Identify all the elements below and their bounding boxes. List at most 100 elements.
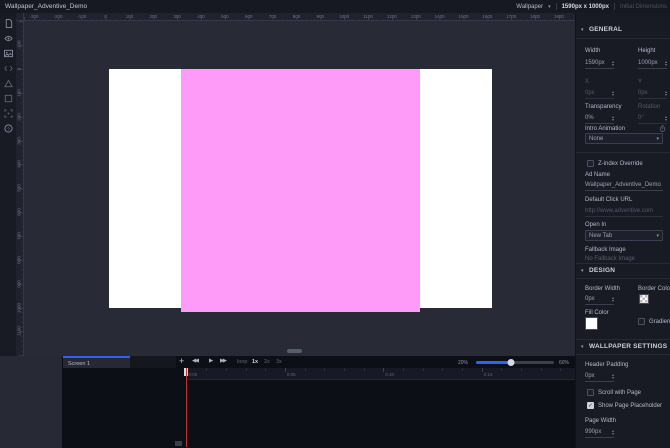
play-button[interactable]: ▶ <box>209 358 213 364</box>
divider <box>576 354 670 355</box>
code-icon[interactable] <box>3 63 13 73</box>
ruler-v-label: 700 <box>17 232 22 240</box>
ruler-h-label: 1200 <box>387 14 397 19</box>
border-color-swatch[interactable] <box>639 294 649 304</box>
section-header-design[interactable]: DESIGN <box>589 267 615 274</box>
pages-icon[interactable] <box>3 18 13 28</box>
ruler-h-label: 1300 <box>411 14 421 19</box>
image-icon[interactable] <box>3 48 13 58</box>
open-in-label: Open In <box>585 222 606 228</box>
width-field[interactable]: 1590px ▴▾ <box>585 57 614 69</box>
timeline-ruler[interactable]: 0:000:050:100:15 <box>186 368 575 380</box>
header-padding-field[interactable]: 0px ▴▾ <box>585 370 614 382</box>
stepper-icon[interactable]: ▴▾ <box>612 296 614 302</box>
speed-1x-button[interactable]: 1x <box>252 359 258 365</box>
ruler-h-label: 1900 <box>554 14 564 19</box>
chevron-down-icon[interactable]: ▾ <box>548 4 551 10</box>
ruler-h-label: 1000 <box>339 14 349 19</box>
timeline-tick <box>226 368 227 371</box>
ad-type-dropdown[interactable]: Wallpaper <box>516 4 543 10</box>
app-window: Wallpaper_Adventive_Demo Wallpaper ▾ 159… <box>0 0 670 448</box>
divider <box>576 278 670 279</box>
ad-name-value[interactable]: Wallpaper_Adventive_Demo <box>585 182 661 188</box>
speed-2x-button[interactable]: 2x <box>264 359 270 365</box>
show-page-placeholder-checkbox[interactable]: ✓ <box>587 402 594 409</box>
ruler-h-label: 700 <box>269 14 277 19</box>
section-header-general[interactable]: GENERAL <box>589 26 622 33</box>
design-canvas[interactable] <box>24 21 575 356</box>
collapse-icon[interactable]: ▾ <box>581 344 584 350</box>
rewind-button[interactable]: ◀◀ <box>192 358 197 364</box>
section-header-wallpaper-settings[interactable]: WALLPAPER SETTINGS <box>589 343 667 350</box>
ruler-v-label: 100 <box>17 89 22 97</box>
stepper-icon[interactable]: ▴▾ <box>612 115 614 121</box>
gradient-checkbox[interactable] <box>638 318 645 325</box>
timeline-time-label: 0:00 <box>189 372 198 377</box>
ruler-h-label: -100 <box>77 14 86 19</box>
transparency-field[interactable]: 0% ▴▾ <box>585 112 614 124</box>
canvas-horizontal-scrollbar[interactable] <box>287 349 302 353</box>
fast-forward-button[interactable]: ▶▶ <box>220 358 225 364</box>
x-field: 0px ▴▾ <box>585 87 614 99</box>
target-icon[interactable] <box>3 108 13 118</box>
stepper-icon[interactable]: ▴▾ <box>612 429 614 435</box>
zindex-override-label: Z-index Override <box>598 161 643 167</box>
svg-text:?: ? <box>7 126 10 132</box>
transparency-value[interactable]: 0% <box>585 115 594 121</box>
header-padding-value[interactable]: 0px <box>585 373 595 379</box>
fallback-image-placeholder[interactable]: No Fallback Image <box>585 256 635 262</box>
initial-dimensions-label[interactable]: Initial Dimensions <box>620 4 667 10</box>
ruler-v-label: 800 <box>17 256 22 264</box>
triangle-icon[interactable] <box>3 78 13 88</box>
click-url-field[interactable]: http://www.adventive.com <box>585 205 663 217</box>
timeline-zoom-fill <box>476 361 511 364</box>
loop-toggle[interactable]: loop <box>237 359 247 365</box>
help-icon[interactable]: ? <box>3 123 13 133</box>
ad-name-field[interactable]: Wallpaper_Adventive_Demo <box>585 179 663 191</box>
stepper-icon[interactable]: ▴▾ <box>612 60 614 66</box>
border-width-value[interactable]: 0px <box>585 296 595 302</box>
page-width-field[interactable]: 990px ▴▾ <box>585 426 614 438</box>
open-in-dropdown[interactable]: New Tab ▾ <box>585 230 663 241</box>
collapse-icon[interactable]: ▾ <box>581 268 584 274</box>
preview-icon[interactable] <box>3 33 13 43</box>
intro-animation-dropdown[interactable]: None ▾ <box>585 133 663 144</box>
width-value[interactable]: 1590px <box>585 60 605 66</box>
timeline-tick <box>285 368 286 372</box>
collapse-icon[interactable]: ▾ <box>581 27 584 33</box>
ad-name-label: Ad Name <box>585 172 610 178</box>
click-url-placeholder[interactable]: http://www.adventive.com <box>585 208 653 214</box>
timeline-tick <box>482 368 483 372</box>
border-width-field[interactable]: 0px ▴▾ <box>585 293 614 305</box>
timeline-zoom-handle[interactable] <box>508 359 515 366</box>
stepper-icon[interactable]: ▴▾ <box>665 60 667 66</box>
page-width-value[interactable]: 990px <box>585 429 601 435</box>
zindex-override-checkbox[interactable] <box>587 160 594 167</box>
ruler-v-label: 500 <box>17 184 22 192</box>
timeline-zoom-slider[interactable] <box>476 361 554 364</box>
ruler-v-label: 400 <box>17 161 22 169</box>
height-field[interactable]: 1000px ▴▾ <box>638 57 667 69</box>
ruler-h-label: 1800 <box>530 14 540 19</box>
ruler-h-label: 900 <box>317 14 325 19</box>
divider <box>576 339 670 340</box>
document-title: Wallpaper_Adventive_Demo <box>5 3 87 10</box>
timeline-time-label: 0:15 <box>484 372 493 377</box>
scroll-with-page-checkbox[interactable] <box>587 389 594 396</box>
y-label: Y <box>638 79 642 85</box>
screen-tab[interactable]: Screen 1 <box>63 356 130 368</box>
fill-color-swatch[interactable] <box>585 317 598 330</box>
ruler-h-label: 1500 <box>458 14 468 19</box>
rectangle-icon[interactable] <box>3 93 13 103</box>
speed-3x-button[interactable]: 3x <box>276 359 282 365</box>
timeline-tick <box>521 368 522 371</box>
height-label: Height <box>638 48 655 54</box>
stopwatch-icon <box>659 125 666 132</box>
stepper-icon: ▴▾ <box>612 90 614 96</box>
page-placeholder[interactable] <box>181 69 420 312</box>
add-screen-button[interactable]: + <box>179 356 184 366</box>
timeline-tick <box>403 368 404 371</box>
timeline-scroll-thumb[interactable] <box>175 441 182 446</box>
stepper-icon[interactable]: ▴▾ <box>612 373 614 379</box>
height-value[interactable]: 1000px <box>638 60 658 66</box>
